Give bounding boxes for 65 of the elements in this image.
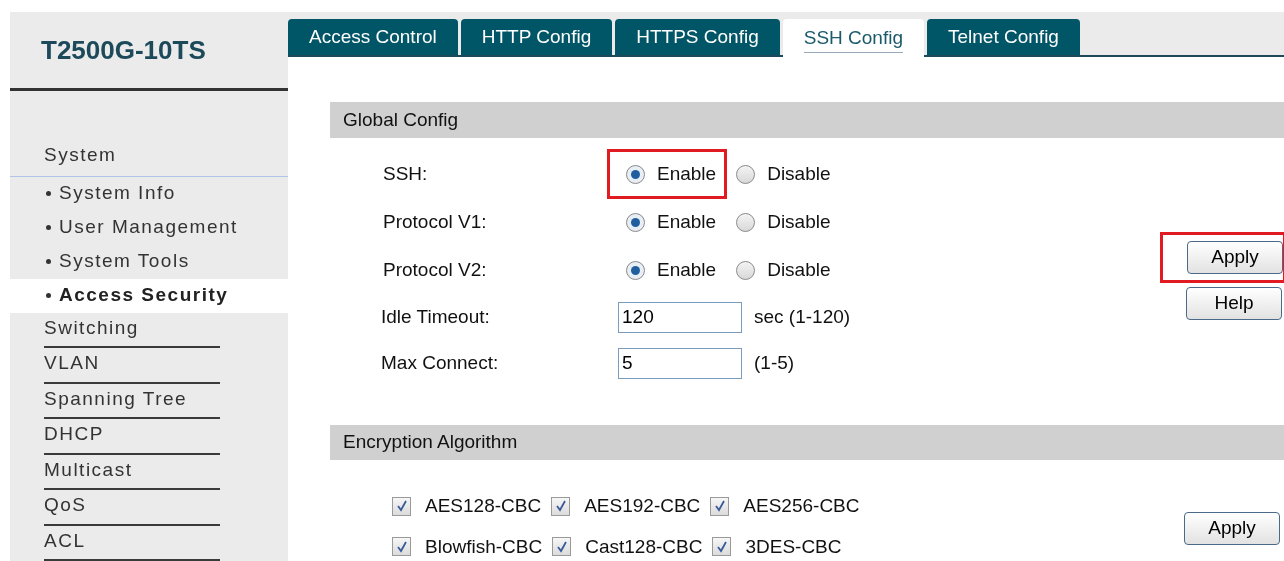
menu-item[interactable]: QoS <box>44 491 87 520</box>
tab[interactable]: Access Control <box>288 19 458 55</box>
menu-item[interactable]: VLAN <box>44 349 100 378</box>
help-button[interactable]: Help <box>1186 287 1282 320</box>
submenu-item[interactable]: System Info <box>59 179 176 208</box>
menu-item[interactable]: ACL <box>44 526 86 555</box>
radio-button[interactable] <box>736 212 756 232</box>
section-header: Global Config <box>330 102 1284 138</box>
tab[interactable]: HTTP Config <box>460 19 613 55</box>
menu-item[interactable]: Spanning Tree <box>44 384 188 413</box>
section-header: Encryption Algorithm <box>330 425 1284 460</box>
submenu-item[interactable]: User Management <box>59 213 238 242</box>
option-label: Enable <box>657 257 717 282</box>
check-icon <box>395 500 408 513</box>
menu-item[interactable]: Switching <box>44 313 139 342</box>
menu-item[interactable]: Multicast <box>44 455 133 484</box>
help-button[interactable]: Apply <box>1184 512 1280 545</box>
radio-button[interactable] <box>736 164 756 184</box>
bullet-icon <box>46 225 51 230</box>
input-field[interactable]: 5 <box>618 347 742 379</box>
submenu-item[interactable]: System Tools <box>59 247 190 276</box>
radio-button[interactable] <box>626 164 645 184</box>
radio-button[interactable] <box>736 260 756 280</box>
field-label: Idle Timeout: <box>381 304 491 329</box>
radio-button[interactable] <box>626 260 645 280</box>
checkbox-label: Blowfish-CBC <box>425 534 543 559</box>
option-label: Disable <box>767 161 831 186</box>
checkbox[interactable] <box>392 537 411 557</box>
radio-button[interactable] <box>626 212 645 232</box>
option-label: Enable <box>657 209 717 234</box>
field-label: Max Connect: <box>381 350 500 375</box>
bullet-icon <box>46 191 51 196</box>
checkbox[interactable] <box>551 496 571 516</box>
bullet-icon <box>46 259 51 264</box>
checkbox-label: AES128-CBC <box>425 494 542 518</box>
range-hint: (1-5) <box>754 350 795 375</box>
check-icon <box>554 500 567 513</box>
check-icon <box>713 500 726 513</box>
input-field[interactable]: 120 <box>618 301 742 333</box>
option-label: Disable <box>767 209 831 234</box>
field-label: SSH: <box>383 161 429 186</box>
field-label: Protocol V2: <box>383 257 488 282</box>
checkbox-label: AES256-CBC <box>743 494 860 518</box>
check-icon <box>715 540 728 553</box>
checkbox[interactable] <box>712 537 732 557</box>
range-hint: sec (1-120) <box>754 304 851 329</box>
checkbox-label: 3DES-CBC <box>745 534 842 559</box>
device-model: T2500G-10TS <box>41 33 206 67</box>
checkbox[interactable] <box>552 537 572 557</box>
apply-button[interactable]: Apply <box>1187 241 1283 274</box>
menu-item[interactable]: System <box>44 144 117 165</box>
option-label: Disable <box>767 257 831 282</box>
tab[interactable]: SSH Config <box>782 19 924 57</box>
checkbox[interactable] <box>392 496 411 516</box>
check-icon <box>395 540 408 553</box>
field-label: Protocol V1: <box>383 209 488 234</box>
tab[interactable]: HTTPS Config <box>615 19 780 55</box>
menu-item[interactable]: DHCP <box>44 420 104 449</box>
check-icon <box>555 540 568 553</box>
bullet-icon <box>46 293 51 298</box>
option-label: Enable <box>657 161 717 186</box>
checkbox[interactable] <box>710 496 730 516</box>
checkbox-label: AES192-CBC <box>584 494 701 518</box>
checkbox-label: Cast128-CBC <box>585 534 703 559</box>
tab[interactable]: Telnet Config <box>927 19 1080 55</box>
